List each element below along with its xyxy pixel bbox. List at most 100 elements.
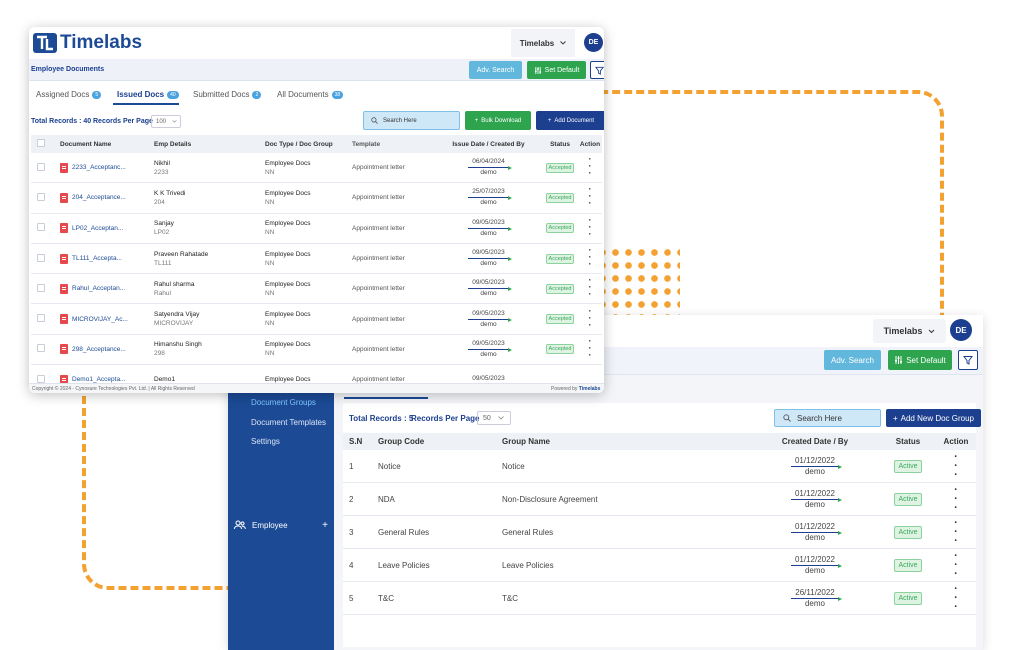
sidebar-item-employee[interactable]: Employee + bbox=[234, 518, 328, 532]
col-status[interactable]: Status bbox=[880, 437, 936, 446]
document-link[interactable]: LP02_Acceptan... bbox=[72, 225, 123, 232]
row-checkbox[interactable] bbox=[37, 283, 45, 292]
employee-documents-window: Timelabs Timelabs DE Employee Documents … bbox=[29, 27, 604, 393]
table-row: 5 T&C T&C 26/11/2022 demo Active · · · bbox=[343, 582, 976, 615]
avatar[interactable]: DE bbox=[950, 319, 972, 341]
plus-icon[interactable]: + bbox=[322, 520, 328, 531]
kebab-menu-icon[interactable]: · · · bbox=[589, 275, 592, 299]
col-action: Action bbox=[579, 140, 601, 148]
row-checkbox[interactable] bbox=[37, 192, 45, 201]
kebab-menu-icon[interactable]: · · · bbox=[954, 550, 958, 580]
add-doc-group-button[interactable]: + Add New Doc Group bbox=[886, 409, 981, 427]
col-created[interactable]: Created Date / By bbox=[750, 437, 880, 446]
records-per-page-select[interactable]: 100 bbox=[151, 115, 181, 128]
set-default-button[interactable]: Set Default bbox=[527, 61, 586, 79]
pdf-icon bbox=[60, 253, 68, 264]
emp-code: 298 bbox=[154, 350, 165, 358]
row-sn: 1 bbox=[349, 461, 354, 471]
col-group-code[interactable]: Group Code bbox=[372, 437, 496, 446]
table-body: 2233_Acceptanc... Nikhil 2233 Employee Docs… bbox=[31, 153, 602, 393]
kebab-menu-icon[interactable]: · · · bbox=[954, 517, 958, 547]
tab-all-documents[interactable]: All Documents 38 bbox=[277, 90, 344, 99]
kebab-menu-icon[interactable]: · · · bbox=[589, 245, 592, 269]
kebab-menu-icon[interactable]: · · · bbox=[589, 336, 592, 360]
row-checkbox[interactable] bbox=[37, 344, 45, 353]
col-doc-type[interactable]: Doc Type / Doc Group bbox=[265, 140, 352, 149]
doc-group: NN bbox=[265, 350, 275, 358]
search-input[interactable]: Search Here bbox=[363, 111, 460, 130]
emp-name: Sanjay bbox=[154, 220, 174, 228]
status-badge: Active bbox=[894, 459, 922, 473]
col-issue-date[interactable]: Issue Date / Created By bbox=[435, 141, 542, 148]
row-checkbox[interactable] bbox=[37, 374, 45, 383]
avatar[interactable]: DE bbox=[584, 33, 603, 52]
tab-assigned-docs[interactable]: Assigned Docs 5 bbox=[36, 90, 102, 99]
row-checkbox[interactable] bbox=[37, 314, 45, 323]
col-template[interactable]: Template bbox=[352, 141, 435, 148]
row-checkbox[interactable] bbox=[37, 223, 45, 232]
emp-name: Rahul sharma bbox=[154, 280, 195, 288]
tab-issued-docs[interactable]: Issued Docs 40 bbox=[117, 90, 179, 99]
document-link[interactable]: 204_Acceptance... bbox=[72, 194, 126, 201]
row-status: Accepted bbox=[542, 283, 578, 294]
row-created: 01/12/2022 demo bbox=[750, 456, 880, 477]
table-toolbar: Total Records : 40 Records Per Page 100 … bbox=[29, 109, 604, 133]
filter-button[interactable] bbox=[590, 61, 604, 79]
row-group-name: Non-Disclosure Agreement bbox=[502, 494, 598, 504]
adv-search-button[interactable]: Adv. Search bbox=[469, 61, 522, 79]
add-document-button[interactable]: + Add Document bbox=[536, 111, 604, 130]
doc-type: Employee Docs bbox=[265, 341, 311, 349]
table-row: 2 NDA Non-Disclosure Agreement 01/12/2022 de… bbox=[343, 483, 976, 516]
filter-button[interactable] bbox=[958, 350, 978, 370]
col-sn[interactable]: S.N bbox=[343, 437, 372, 446]
col-action: Action bbox=[943, 437, 969, 446]
records-per-page-select[interactable]: 50 bbox=[477, 411, 511, 425]
select-all-checkbox[interactable] bbox=[37, 139, 45, 147]
records-per-page-label: Records Per Page bbox=[411, 414, 480, 423]
row-checkbox[interactable] bbox=[37, 253, 45, 262]
set-default-button[interactable]: Set Default bbox=[888, 350, 952, 370]
document-link[interactable]: 298_Acceptance... bbox=[72, 346, 126, 353]
document-link[interactable]: MICROVIJAY_Ac... bbox=[72, 316, 128, 323]
created-date: 26/11/2022 bbox=[791, 588, 843, 601]
bulk-download-label: Bulk Download bbox=[481, 117, 522, 124]
kebab-menu-icon[interactable]: · · · bbox=[589, 184, 592, 208]
col-emp-details[interactable]: Emp Details bbox=[154, 140, 265, 149]
tab-count-badge: 38 bbox=[331, 90, 344, 99]
issue-date-by: 09/05/2023 demo bbox=[468, 218, 512, 239]
adv-search-button[interactable]: Adv. Search bbox=[824, 350, 881, 370]
bulk-download-button[interactable]: + Bulk Download bbox=[465, 111, 531, 130]
kebab-menu-icon[interactable]: · · · bbox=[589, 306, 592, 330]
sidebar: Document Groups Document Templates Setti… bbox=[228, 375, 334, 650]
sidebar-item-document-groups[interactable]: Document Groups bbox=[251, 398, 316, 407]
timelabs-logo[interactable]: Timelabs bbox=[32, 31, 142, 55]
row-emp-details: Praveen Rahatade TL111 bbox=[154, 250, 265, 268]
total-records: Total Records : 5 bbox=[349, 414, 414, 423]
col-status[interactable]: Status bbox=[542, 141, 578, 148]
org-switcher[interactable]: Timelabs bbox=[873, 319, 946, 343]
created-by: demo bbox=[480, 320, 497, 328]
kebab-menu-icon[interactable]: · · · bbox=[954, 484, 958, 514]
document-link[interactable]: Rahul_Acceptan... bbox=[72, 285, 125, 292]
org-switcher[interactable]: Timelabs bbox=[511, 29, 575, 57]
kebab-menu-icon[interactable]: · · · bbox=[589, 215, 592, 239]
sidebar-item-settings[interactable]: Settings bbox=[251, 437, 280, 446]
document-link[interactable]: 2233_Acceptanc... bbox=[72, 164, 126, 171]
col-group-name[interactable]: Group Name bbox=[496, 437, 750, 446]
col-document-name[interactable]: Document Name bbox=[58, 141, 154, 148]
kebab-menu-icon[interactable]: · · · bbox=[954, 451, 958, 481]
row-checkbox[interactable] bbox=[37, 162, 45, 171]
row-action: · · · bbox=[578, 275, 602, 299]
kebab-menu-icon[interactable]: · · · bbox=[954, 583, 958, 613]
row-issue: 09/05/2023 demo bbox=[435, 248, 542, 269]
search-input[interactable]: Search Here bbox=[774, 409, 881, 427]
kebab-menu-icon[interactable]: · · · bbox=[589, 154, 592, 178]
row-group-code: General Rules bbox=[378, 527, 430, 537]
sidebar-item-document-templates[interactable]: Document Templates bbox=[251, 418, 326, 427]
tab-submitted-docs[interactable]: Submitted Docs 2 bbox=[193, 90, 262, 99]
created-date-by: 01/12/2022 demo bbox=[790, 522, 843, 543]
row-template: Appointment letter bbox=[352, 164, 405, 172]
row-issue: 09/05/2023 demo bbox=[435, 339, 542, 360]
created-by: demo bbox=[480, 199, 497, 207]
document-link[interactable]: TL111_Accepta... bbox=[72, 255, 122, 262]
